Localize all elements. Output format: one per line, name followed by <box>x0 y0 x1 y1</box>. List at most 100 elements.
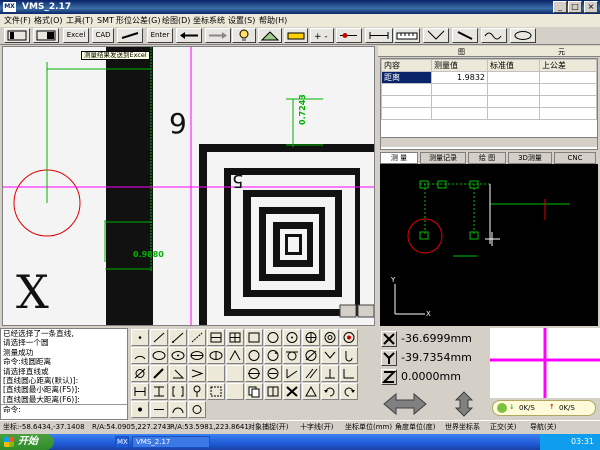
line-circle-distance-tool-icon[interactable] <box>283 365 301 382</box>
bracket-tool-icon[interactable] <box>169 383 187 400</box>
start-button[interactable]: 开始 <box>0 434 54 450</box>
slash-circle-tool-icon[interactable] <box>302 347 320 364</box>
table-row[interactable] <box>381 107 597 120</box>
circle-tool-icon[interactable] <box>264 329 282 346</box>
caliper-icon[interactable] <box>423 28 449 43</box>
frame-tool-button[interactable] <box>4 28 30 43</box>
arrow-right-icon[interactable] <box>205 28 231 43</box>
horizontal-scrollbar[interactable] <box>381 137 597 147</box>
ellipse4-tool-icon[interactable] <box>207 347 225 364</box>
status-coord-unit[interactable]: 坐标单位(mm) <box>345 422 392 433</box>
wave-icon[interactable] <box>481 28 507 43</box>
tab-draw[interactable]: 绘 图 <box>468 152 506 164</box>
table-cell[interactable]: 1.9832 <box>431 71 488 84</box>
redo-tool-icon[interactable] <box>340 383 358 400</box>
table-row[interactable]: 距离 1.9832 <box>381 71 597 84</box>
secondary-view[interactable] <box>490 328 600 398</box>
point-tool-icon[interactable] <box>131 329 149 346</box>
results-table[interactable]: 内容 测量值 标准值 上公差 距离 1.9832 <box>380 58 598 150</box>
triangle-tool-icon[interactable] <box>302 383 320 400</box>
circle-dot-tool-icon[interactable] <box>264 347 282 364</box>
ellipse3-tool-icon[interactable] <box>188 347 206 364</box>
task-app-icon[interactable]: MX <box>115 436 129 448</box>
line3-tool-icon[interactable] <box>188 329 206 346</box>
probe-tool-button[interactable] <box>117 28 143 43</box>
blank2-tool-icon[interactable] <box>226 365 244 382</box>
circle-fit-tool-icon[interactable] <box>321 329 339 346</box>
light-bulb-icon[interactable] <box>232 28 256 43</box>
surface-light-icon[interactable] <box>258 28 282 43</box>
tab-measure-record[interactable]: 测量记录 <box>420 152 466 164</box>
probe-icon[interactable] <box>452 28 478 43</box>
tab-3d-measure[interactable]: 3D测量 <box>508 152 552 164</box>
command-input[interactable]: 命令: <box>1 404 127 414</box>
maximize-button[interactable]: □ <box>568 1 582 13</box>
measure-arc-tool-icon[interactable] <box>169 401 187 418</box>
line-tool-icon[interactable] <box>150 329 168 346</box>
z-axis-icon[interactable] <box>381 369 397 385</box>
zoom-fit-icon[interactable]: + - <box>310 28 334 43</box>
grid-tool-icon[interactable] <box>264 383 282 400</box>
arc-tool-icon[interactable] <box>131 347 149 364</box>
table-row[interactable] <box>381 83 597 96</box>
angle-mark-tool-icon[interactable] <box>169 365 187 382</box>
tangent-tool-icon[interactable] <box>283 347 301 364</box>
chevron-tool-icon[interactable] <box>321 347 339 364</box>
blank-tool-icon[interactable] <box>207 365 225 382</box>
cad-button[interactable]: CAD <box>92 28 114 43</box>
close-button[interactable]: × <box>584 1 598 13</box>
jog-arrows[interactable] <box>380 390 486 418</box>
blank3-tool-icon[interactable] <box>226 383 244 400</box>
excel-button[interactable]: Excel <box>63 28 89 43</box>
camera-view[interactable]: 测量结果发送到Excel 0.9880 0.7243 X 9 5 <box>2 46 375 326</box>
height-tool-icon[interactable] <box>150 383 168 400</box>
pen-tool-icon[interactable] <box>150 365 168 382</box>
region-tool-icon[interactable] <box>207 383 225 400</box>
split-tool-button[interactable] <box>33 28 59 43</box>
table-cell[interactable]: 距离 <box>381 71 432 84</box>
measure-circle-tool-icon[interactable] <box>188 401 206 418</box>
delete-tool-icon[interactable] <box>283 383 301 400</box>
ellipse-tool-icon[interactable] <box>150 347 168 364</box>
command-console[interactable]: 已经选择了一条直线, 请选择一个圆 测量成功 命令:线圆距离 请选择直线或 [直… <box>0 328 128 420</box>
corner-tool-icon[interactable] <box>340 365 358 382</box>
circle-mid-tool-icon[interactable] <box>264 365 282 382</box>
table-cell[interactable] <box>539 71 597 84</box>
measure-distance-icon[interactable] <box>365 28 393 43</box>
status-object-snap[interactable]: 对象捕捉(开) <box>248 422 288 433</box>
diameter-tool-icon[interactable] <box>131 365 149 382</box>
line2-tool-icon[interactable] <box>169 329 187 346</box>
menu-settings[interactable]: 设置(S) <box>228 15 255 26</box>
bottom-light-icon[interactable] <box>284 28 308 43</box>
menu-format[interactable]: 格式(O) <box>34 15 63 26</box>
enter-button[interactable]: Enter <box>147 28 173 43</box>
table-row[interactable] <box>381 95 597 108</box>
status-navigation[interactable]: 导航(关) <box>530 422 556 433</box>
task-vms[interactable]: VMS_2.17 <box>132 436 210 448</box>
y-axis-icon[interactable] <box>381 350 397 366</box>
parallel-tool-icon[interactable] <box>302 365 320 382</box>
circle-cross-tool-icon[interactable] <box>302 329 320 346</box>
circle-center-tool-icon[interactable] <box>283 329 301 346</box>
table-cell[interactable] <box>487 71 540 84</box>
status-angle-unit[interactable]: 角度单位(度) <box>395 422 435 433</box>
measure-point-tool-icon[interactable] <box>131 401 149 418</box>
rect-tool-icon[interactable] <box>245 329 263 346</box>
status-world-coord[interactable]: 世界坐标系 <box>445 422 480 433</box>
target-tool-icon[interactable] <box>340 329 358 346</box>
menu-coordinate-system[interactable]: 坐标系统 <box>193 15 225 26</box>
lens-icon[interactable] <box>510 28 536 43</box>
copy-tool-icon[interactable] <box>245 383 263 400</box>
menu-file[interactable]: 文件(F) <box>4 15 31 26</box>
circle-line-tool-icon[interactable] <box>245 365 263 382</box>
circle-outline-tool-icon[interactable] <box>245 347 263 364</box>
width-tool-icon[interactable] <box>131 383 149 400</box>
status-ortho[interactable]: 正交(关) <box>490 422 516 433</box>
point-tool-icon[interactable] <box>336 28 362 43</box>
probe-circle-tool-icon[interactable] <box>188 383 206 400</box>
status-crosshair[interactable]: 十字线(开) <box>300 422 333 433</box>
rect-cross-tool-icon[interactable] <box>226 329 244 346</box>
menu-gdt[interactable]: 形位公差(G) <box>116 15 160 26</box>
angle-tool-icon[interactable] <box>226 347 244 364</box>
menu-help[interactable]: 帮助(H) <box>259 15 287 26</box>
